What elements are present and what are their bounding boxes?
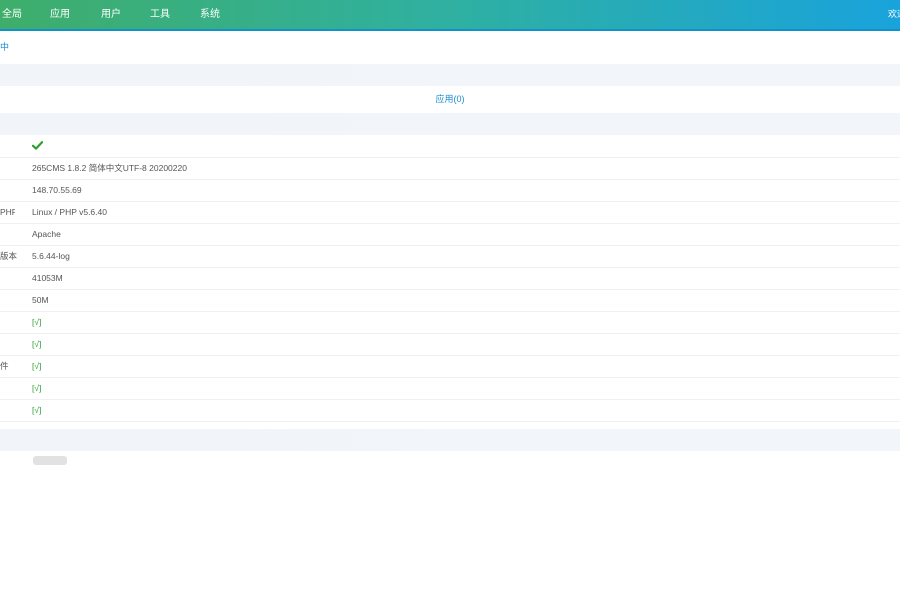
placeholder-text-block bbox=[33, 456, 67, 465]
flag-4-value: [√] bbox=[32, 383, 42, 393]
flag-1-value: [√] bbox=[32, 317, 42, 327]
info-row-db-version: 版本 5.6.44-log bbox=[0, 245, 900, 268]
os-php-label: PHP bbox=[0, 207, 15, 217]
nav-users[interactable]: 用户 bbox=[101, 0, 121, 29]
info-row-flag-4: [√] bbox=[0, 377, 900, 400]
nav-tools[interactable]: 工具 bbox=[150, 0, 170, 29]
apps-count: (0) bbox=[453, 94, 465, 104]
info-row-web-server: Apache bbox=[0, 223, 900, 246]
info-row-flag-2: [√] bbox=[0, 333, 900, 356]
info-row-ip: 148.70.55.69 bbox=[0, 179, 900, 202]
info-row-upload: 50M bbox=[0, 289, 900, 312]
section-header-footer bbox=[0, 429, 900, 451]
db-version-value: 5.6.44-log bbox=[32, 251, 70, 261]
flag-3-value: [√] bbox=[32, 361, 42, 371]
flag-5-value: [√] bbox=[32, 405, 42, 415]
info-row-flag-5: [√] bbox=[0, 399, 900, 422]
disk-space-value: 41053M bbox=[32, 273, 63, 283]
web-server-value: Apache bbox=[32, 229, 61, 239]
info-row-flag-1: [√] bbox=[0, 311, 900, 334]
flag-2-value: [√] bbox=[32, 339, 42, 349]
cms-version-value: 265CMS 1.8.2 简体中文UTF-8 20200220 bbox=[32, 163, 187, 173]
top-nav-bar: 全局 应用 用户 工具 系统 欢迎 bbox=[0, 0, 900, 31]
apps-row: 应用(0) bbox=[0, 86, 900, 112]
check-icon bbox=[32, 141, 43, 150]
upload-limit-value: 50M bbox=[32, 295, 49, 305]
info-row-version: 265CMS 1.8.2 简体中文UTF-8 20200220 bbox=[0, 157, 900, 180]
section-header-apps bbox=[0, 64, 900, 86]
nav-global[interactable]: 全局 bbox=[2, 0, 22, 29]
server-ip-value: 148.70.55.69 bbox=[32, 185, 82, 195]
nav-apps[interactable]: 应用 bbox=[50, 0, 70, 29]
apps-link[interactable]: 应用 bbox=[435, 94, 453, 104]
info-row-flag-3: 件 [√] bbox=[0, 355, 900, 378]
breadcrumb[interactable]: 中心 bbox=[0, 38, 16, 56]
section-header-system-info bbox=[0, 113, 900, 135]
os-php-value: Linux / PHP v5.6.40 bbox=[32, 207, 107, 217]
info-row-status bbox=[0, 135, 900, 158]
info-row-disk: 41053M bbox=[0, 267, 900, 290]
db-version-label: 版本 bbox=[0, 251, 18, 261]
nav-welcome-text[interactable]: 欢迎 bbox=[888, 0, 900, 29]
nav-system[interactable]: 系统 bbox=[200, 0, 220, 29]
flag-3-label: 件 bbox=[0, 361, 9, 371]
info-row-os-php: PHP Linux / PHP v5.6.40 bbox=[0, 201, 900, 224]
